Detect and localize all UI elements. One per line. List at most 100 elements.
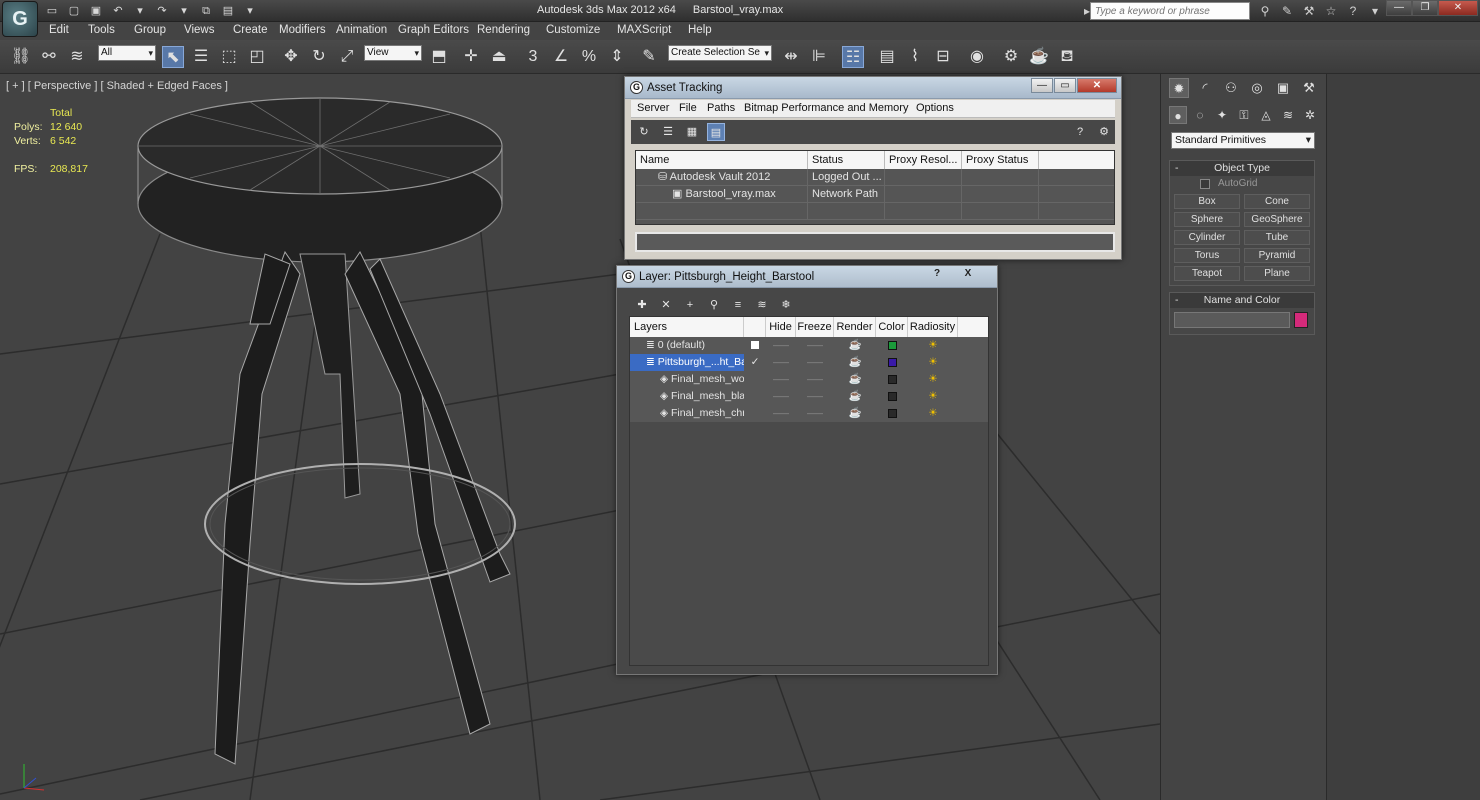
curve-editor-icon[interactable]: ⌇ (904, 46, 926, 68)
close-button[interactable]: ✕ (1438, 0, 1478, 16)
snaps-toggle-icon[interactable]: 3 (522, 46, 544, 68)
primitive-category-dropdown[interactable]: Standard Primitives (1171, 132, 1315, 149)
layer-row[interactable]: ◈ Final_mesh_blacl —— —— ☕ ☀ (630, 388, 988, 405)
open-file-icon[interactable]: ▢ (64, 3, 84, 19)
menu-tools[interactable]: Tools (88, 24, 115, 36)
layer-color-swatch[interactable] (887, 392, 897, 401)
search-input[interactable] (1090, 2, 1250, 20)
at-maximize-button[interactable]: ▭ (1054, 78, 1076, 93)
modify-tab-icon[interactable]: ◜ (1195, 78, 1215, 98)
render-teapot-icon[interactable]: ☕ (834, 337, 876, 354)
angle-snap-icon[interactable]: ∠ (550, 46, 572, 68)
help-icon[interactable]: ? (1344, 3, 1362, 19)
percent-snap-icon[interactable]: % (578, 46, 600, 68)
freeze-all-layers-icon[interactable]: ❄ (777, 296, 795, 314)
rendered-frame-window-icon[interactable]: ☕ (1028, 46, 1050, 68)
cylinder-button[interactable]: Cylinder (1174, 230, 1240, 245)
new-file-icon[interactable]: ▭ (42, 3, 62, 19)
window-crossing-icon[interactable]: ◰ (246, 46, 268, 68)
subscription-icon[interactable]: ✎ (1278, 3, 1296, 19)
layer-color-swatch[interactable] (887, 341, 897, 350)
cameras-icon[interactable]: ⚿ (1235, 106, 1253, 124)
name-color-header[interactable]: Name and Color (1170, 293, 1314, 308)
undo-icon[interactable]: ↶ (108, 3, 128, 19)
menu-graph-editors[interactable]: Graph Editors (398, 24, 469, 36)
render-teapot-icon[interactable]: ☕ (834, 354, 876, 371)
binoculars-icon[interactable]: ⚲ (1256, 3, 1274, 19)
hold-icon[interactable]: ⧉ (196, 3, 216, 19)
freeze-toggle[interactable]: —— (796, 388, 834, 405)
material-editor-icon[interactable]: ◉ (966, 46, 988, 68)
at-menu-server[interactable]: Server (637, 102, 669, 114)
tube-button[interactable]: Tube (1244, 230, 1310, 245)
layer-help-button[interactable]: ? (922, 267, 952, 282)
communication-icon[interactable]: ⚒ (1300, 3, 1318, 19)
select-manipulate-icon[interactable]: ✛ (460, 46, 482, 68)
plane-button[interactable]: Plane (1244, 266, 1310, 281)
named-selection-dropdown[interactable]: Create Selection Se (668, 45, 772, 61)
app-logo[interactable]: G (2, 1, 38, 37)
list-view-icon[interactable]: ☰ (659, 123, 677, 141)
menu-views[interactable]: Views (184, 24, 214, 36)
at-menu-bitmap-performance[interactable]: Bitmap Performance and Memory (744, 102, 908, 114)
menu-group[interactable]: Group (134, 24, 166, 36)
schematic-view-icon[interactable]: ⊟ (932, 46, 954, 68)
hide-all-layers-icon[interactable]: ≋ (753, 296, 771, 314)
radiosity-sun-icon[interactable]: ☀ (908, 405, 958, 422)
col-layers[interactable]: Layers (630, 317, 744, 337)
new-layer-icon[interactable]: ✚ (633, 296, 651, 314)
align-icon[interactable]: ⊫ (808, 46, 830, 68)
select-highlighted-icon[interactable]: ⚲ (705, 296, 723, 314)
layer-color-swatch[interactable] (887, 358, 897, 367)
autogrid-checkbox[interactable]: AutoGrid (1170, 176, 1314, 192)
radiosity-sun-icon[interactable]: ☀ (908, 388, 958, 405)
layer-row[interactable]: ≣ 0 (default) —— —— ☕ ☀ (630, 337, 988, 354)
layer-row[interactable]: ◈ Final_mesh_woo —— —— ☕ ☀ (630, 371, 988, 388)
table-view-icon[interactable]: ▤ (707, 123, 725, 141)
utilities-tab-icon[interactable]: ⚒ (1299, 78, 1319, 98)
undo-dropdown-icon[interactable]: ▾ (130, 3, 150, 19)
menu-rendering[interactable]: Rendering (477, 24, 530, 36)
cone-button[interactable]: Cone (1244, 194, 1310, 209)
at-col-name[interactable]: Name (636, 151, 808, 169)
hide-toggle[interactable]: —— (766, 354, 796, 371)
systems-icon[interactable]: ✲ (1301, 106, 1319, 124)
space-warps-icon[interactable]: ≋ (1279, 106, 1297, 124)
favorites-star-icon[interactable]: ☆ (1322, 3, 1340, 19)
menu-create[interactable]: Create (233, 24, 268, 36)
display-tab-icon[interactable]: ▣ (1273, 78, 1293, 98)
motion-tab-icon[interactable]: ◎ (1247, 78, 1267, 98)
project-folder-icon[interactable]: ▤ (218, 3, 238, 19)
customize-qa-icon[interactable]: ▾ (240, 3, 260, 19)
at-menu-file[interactable]: File (679, 102, 697, 114)
add-to-layer-icon[interactable]: + (681, 296, 699, 314)
reference-coordinate-dropdown[interactable]: View (364, 45, 422, 61)
options-icon[interactable]: ⚙ (1095, 123, 1113, 141)
radiosity-sun-icon[interactable]: ☀ (908, 371, 958, 388)
layer-dialog-titlebar[interactable]: G Layer: Pittsburgh_Height_Barstool ? X (617, 266, 997, 288)
current-layer-check-icon[interactable]: ✓ (744, 354, 766, 371)
col-render[interactable]: Render (834, 317, 876, 337)
object-color-swatch[interactable] (1294, 312, 1308, 328)
table-row[interactable]: ⛁ Autodesk Vault 2012 Logged Out ... (636, 169, 1114, 186)
at-menu-paths[interactable]: Paths (707, 102, 735, 114)
helpers-icon[interactable]: ◬ (1257, 106, 1275, 124)
menu-customize[interactable]: Customize (546, 24, 600, 36)
render-setup-icon[interactable]: ⚙ (1000, 46, 1022, 68)
help-icon[interactable]: ? (1071, 123, 1089, 141)
col-color[interactable]: Color (876, 317, 908, 337)
help-dropdown-icon[interactable]: ▾ (1366, 3, 1384, 19)
menu-animation[interactable]: Animation (336, 24, 387, 36)
hide-toggle[interactable]: —— (766, 388, 796, 405)
menu-maxscript[interactable]: MAXScript (617, 24, 671, 36)
edit-named-selection-icon[interactable]: ✎ (638, 46, 660, 68)
redo-dropdown-icon[interactable]: ▾ (174, 3, 194, 19)
save-icon[interactable]: ▣ (86, 3, 106, 19)
rectangular-selection-icon[interactable]: ⬚ (218, 46, 240, 68)
at-col-status[interactable]: Status (808, 151, 885, 169)
at-minimize-button[interactable]: — (1031, 78, 1053, 93)
at-col-proxy-status[interactable]: Proxy Status (962, 151, 1039, 169)
hide-toggle[interactable]: —— (766, 337, 796, 354)
render-teapot-icon[interactable]: ☕ (834, 405, 876, 422)
select-and-rotate-icon[interactable]: ↻ (308, 46, 330, 68)
